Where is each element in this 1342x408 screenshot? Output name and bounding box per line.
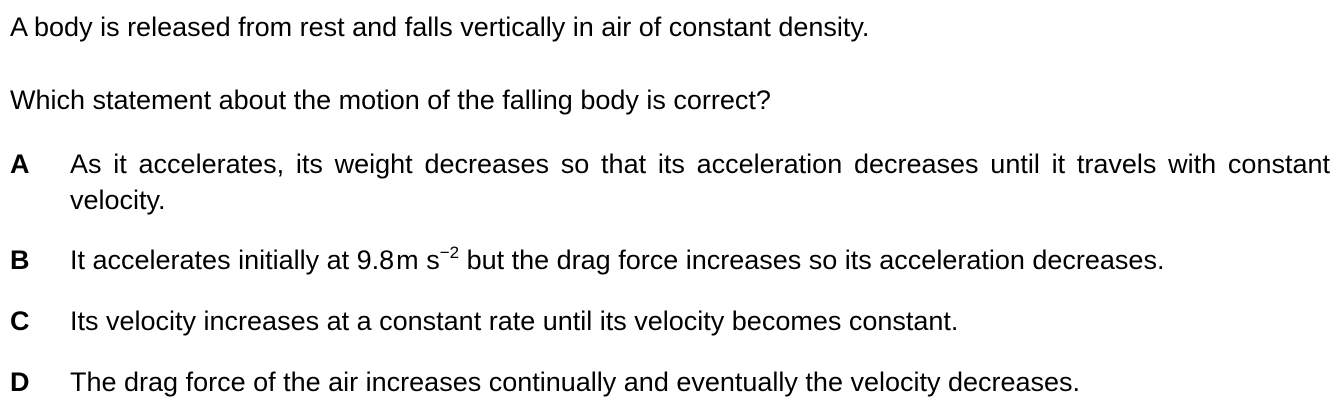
option-b-superscript: −2 — [439, 243, 460, 262]
option-c-text: Its velocity increases at a constant rat… — [70, 306, 959, 336]
option-b: B It accelerates initially at 9.8m s−2 b… — [10, 242, 1330, 278]
option-a-letter: A — [10, 149, 30, 179]
option-b-text: It accelerates initially at 9.8m s−2 but… — [70, 242, 1330, 278]
option-d-letter: D — [10, 367, 30, 397]
option-b-text-before: It accelerates initially at 9.8 — [70, 245, 395, 275]
option-b-unit-m: m — [396, 245, 419, 275]
question-stem-line-1: A body is released from rest and falls v… — [10, 12, 870, 42]
option-c-letter: C — [10, 306, 30, 336]
question-stem-line-2: Which statement about the motion of the … — [10, 85, 771, 115]
option-d-text: The drag force of the air increases cont… — [70, 367, 1081, 397]
option-b-unit-s: s — [426, 245, 440, 275]
option-c: C Its velocity increases at a constant r… — [10, 303, 1330, 339]
option-a-text: As it accelerates, its weight decreases … — [70, 149, 1330, 215]
option-a: A As it accelerates, its weight decrease… — [10, 146, 1330, 218]
option-d: D The drag force of the air increases co… — [10, 364, 1330, 400]
option-b-letter: B — [10, 245, 30, 275]
option-b-text-after: but the drag force increases so its acce… — [459, 245, 1165, 275]
